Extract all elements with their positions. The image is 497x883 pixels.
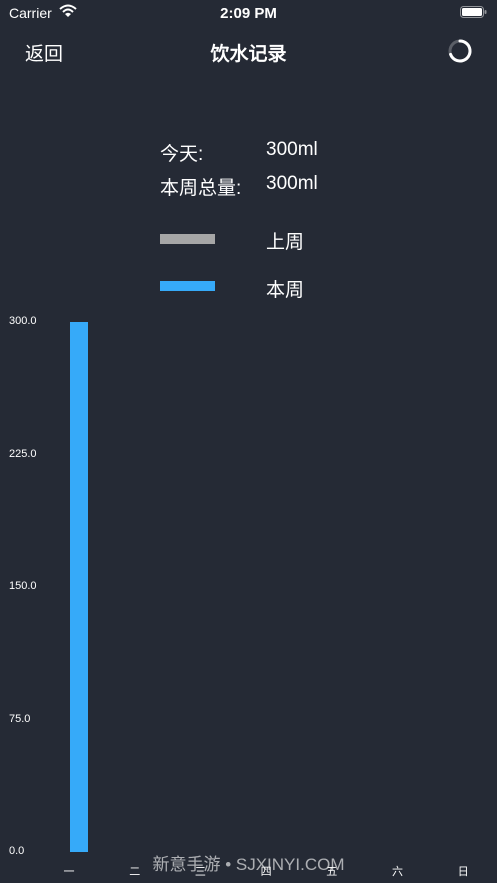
today-value: 300ml (266, 139, 318, 160)
bar-this-week (70, 322, 88, 852)
y-tick-label: 300.0 (9, 315, 37, 327)
legend-label-last-week: 上周 (266, 232, 305, 253)
status-bar: Carrier 2:09 PM (0, 0, 497, 26)
watermark: 新意手游 • SJXINYI.COM (152, 855, 345, 874)
legend-swatch-this-week (160, 281, 215, 291)
navigation-bar: 返回 饮水记录 (0, 26, 497, 76)
legend-swatch-last-week (160, 234, 215, 244)
y-tick-label: 75.0 (9, 712, 31, 725)
status-time: 2:09 PM (220, 5, 277, 22)
loading-spinner-icon (448, 39, 472, 63)
y-tick-label: 150.0 (9, 580, 37, 592)
week-total-label: 本周总量: (160, 178, 242, 199)
battery-icon (460, 6, 487, 18)
page-title: 饮水记录 (210, 44, 287, 65)
legend-label-this-week: 本周 (266, 280, 305, 301)
y-tick-label: 225.0 (9, 447, 37, 460)
week-total-value: 300ml (266, 173, 318, 194)
today-label: 今天: (160, 144, 204, 165)
